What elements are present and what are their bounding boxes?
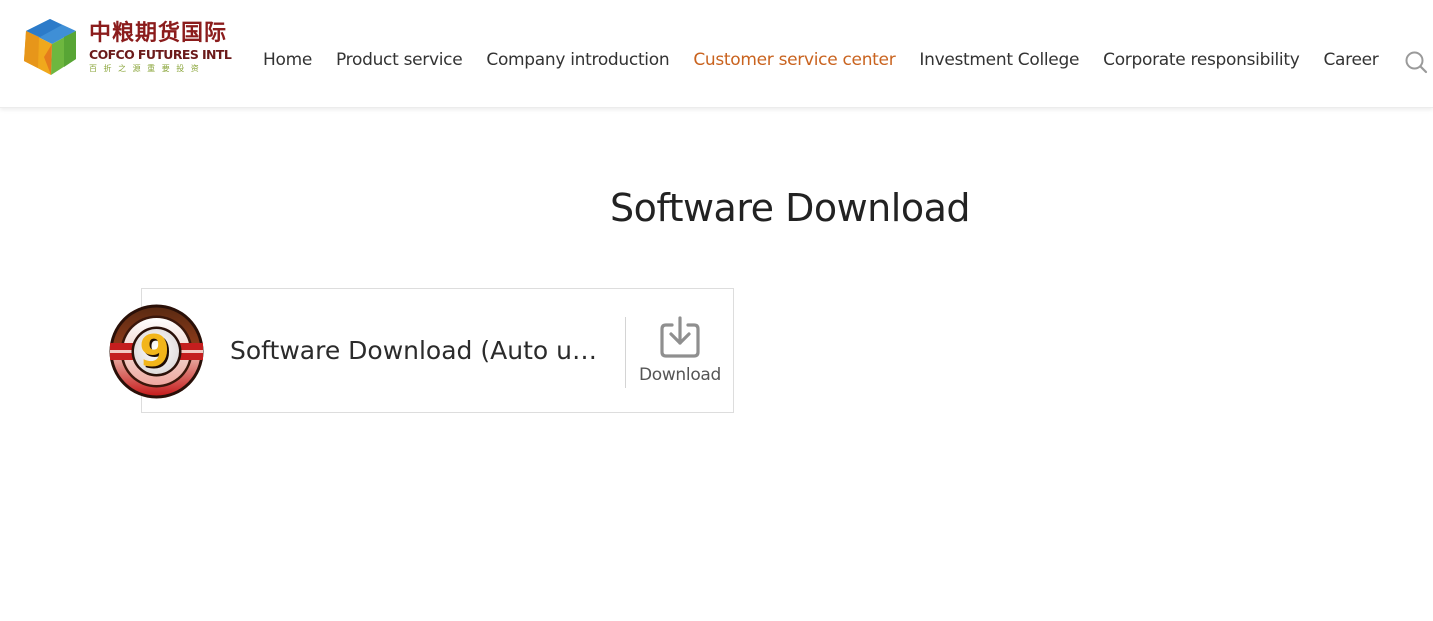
logo-slogan: 百 折 之 源 重 要 投 资 (89, 64, 201, 73)
software-item-card: Software Download (Auto update) Download (141, 288, 734, 413)
nav-company-introduction[interactable]: Company introduction (486, 47, 669, 73)
search-icon[interactable] (1404, 50, 1428, 74)
site-logo[interactable]: 中粮期货国际 COFCO FUTURES INTL 百 折 之 源 重 要 投 … (22, 17, 248, 77)
download-button[interactable]: Download (626, 309, 734, 394)
nav-investment-college[interactable]: Investment College (919, 47, 1079, 73)
svg-text:9: 9 (139, 326, 170, 377)
nav-career[interactable]: Career (1323, 47, 1378, 73)
nav-home[interactable]: Home (263, 47, 312, 73)
nav-corporate-responsibility[interactable]: Corporate responsibility (1103, 47, 1300, 73)
nav-product-service[interactable]: Product service (336, 47, 463, 73)
logo-en-name: COFCO FUTURES INTL (89, 47, 232, 62)
nav-customer-service-center[interactable]: Customer service center (693, 47, 895, 73)
download-icon (660, 316, 700, 358)
site-header: 中粮期货国际 COFCO FUTURES INTL 百 折 之 源 重 要 投 … (0, 0, 1433, 108)
app-icon-9: 9 9 (109, 304, 204, 399)
download-label: Download (638, 365, 722, 385)
main-nav: Home Product service Company introductio… (263, 47, 1379, 73)
page-title: Software Download (610, 186, 970, 230)
software-item-title[interactable]: Software Download (Auto update) (230, 334, 600, 368)
logo-cn-name: 中粮期货国际 (89, 21, 228, 46)
cube-logo-icon (24, 19, 76, 75)
